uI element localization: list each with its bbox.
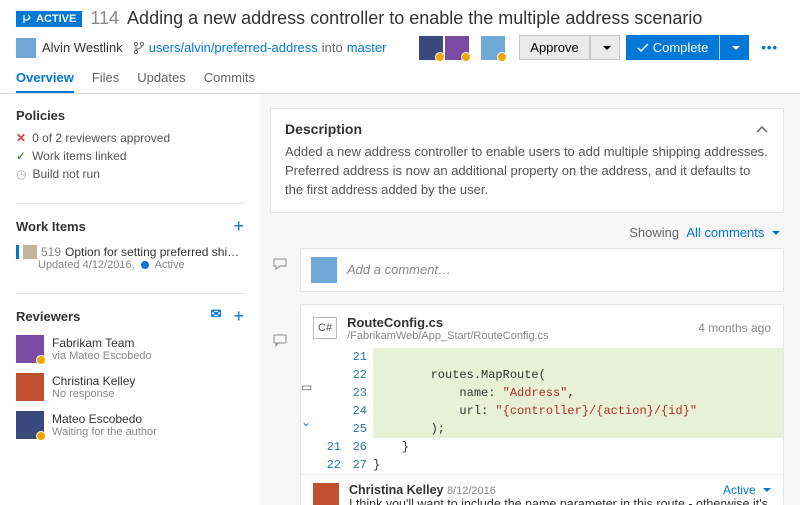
policies-heading: Policies bbox=[16, 108, 244, 123]
file-language-badge: C# bbox=[313, 317, 337, 339]
code-line bbox=[373, 348, 783, 366]
state-dot bbox=[141, 261, 149, 269]
comment-filter-dropdown[interactable]: All comments bbox=[686, 225, 780, 240]
reviewer-avatars bbox=[419, 36, 505, 60]
current-user-avatar bbox=[311, 257, 337, 283]
reviewer-avatar[interactable] bbox=[481, 36, 505, 60]
code-line: } bbox=[373, 438, 783, 456]
target-branch-link[interactable]: master bbox=[347, 40, 387, 55]
pr-title: Adding a new address controller to enabl… bbox=[127, 8, 702, 29]
approve-dropdown[interactable] bbox=[590, 35, 620, 60]
merge-icon bbox=[22, 14, 32, 24]
more-actions[interactable]: ••• bbox=[755, 36, 784, 59]
collapse-icon[interactable]: ⌄ bbox=[301, 415, 321, 430]
chevron-down-icon bbox=[759, 483, 771, 497]
reviewer-row[interactable]: Fabrikam Teamvia Mateo Escobedo bbox=[16, 335, 244, 363]
x-icon: ✕ bbox=[16, 131, 26, 145]
reviewer-avatar bbox=[16, 335, 44, 363]
tab-updates[interactable]: Updates bbox=[137, 64, 185, 93]
reviewer-avatar[interactable] bbox=[445, 36, 469, 60]
file-age: 4 months ago bbox=[698, 321, 771, 335]
reviewer-name: Fabrikam Team bbox=[52, 336, 152, 350]
code-line: name: "Address", bbox=[373, 384, 783, 402]
clock-icon: ◷ bbox=[16, 167, 26, 181]
complete-dropdown[interactable] bbox=[719, 35, 749, 60]
comment-status[interactable]: Active bbox=[723, 483, 771, 497]
description-body: Added a new address controller to enable… bbox=[285, 143, 769, 200]
reviewer-row[interactable]: Mateo EscobedoWaiting for the author bbox=[16, 411, 244, 439]
discussion-icon bbox=[272, 256, 288, 272]
code-line: ); bbox=[373, 420, 783, 438]
branch-icon bbox=[133, 41, 145, 55]
file-name[interactable]: RouteConfig.cs bbox=[347, 315, 688, 330]
work-items-heading: Work Items bbox=[16, 219, 86, 234]
comment-icon bbox=[272, 332, 288, 348]
reviewer-name: Christina Kelley bbox=[52, 374, 135, 388]
chevron-down-icon bbox=[768, 225, 780, 240]
author-chip[interactable]: Alvin Westlink bbox=[16, 38, 123, 58]
reviewer-status: No response bbox=[52, 388, 135, 400]
check-icon: ✓ bbox=[16, 149, 26, 163]
chevron-down-icon bbox=[599, 40, 611, 55]
reviewer-status: Waiting for the author bbox=[52, 426, 157, 438]
branch-info: users/alvin/preferred-address into maste… bbox=[133, 40, 387, 55]
comment-filter: Showing All comments bbox=[270, 225, 784, 240]
reviewer-row[interactable]: Christina KelleyNo response bbox=[16, 373, 244, 401]
complete-button[interactable]: Complete bbox=[626, 35, 720, 60]
reviewers-heading: Reviewers bbox=[16, 309, 80, 324]
code-line: url: "{controller}/{action}/{id}" bbox=[373, 402, 783, 420]
code-review-card: C# RouteConfig.cs /FabrikamWeb/App_Start… bbox=[300, 304, 784, 505]
author-avatar bbox=[16, 38, 36, 58]
add-work-item-button[interactable]: + bbox=[233, 216, 244, 237]
tab-commits[interactable]: Commits bbox=[204, 64, 255, 93]
approve-button[interactable]: Approve bbox=[519, 35, 589, 60]
policy-item: ✕0 of 2 reviewers approved bbox=[16, 131, 244, 145]
reviewer-avatar[interactable] bbox=[419, 36, 443, 60]
tab-bar: Overview Files Updates Commits bbox=[0, 64, 800, 94]
chevron-up-icon bbox=[755, 124, 769, 134]
tab-overview[interactable]: Overview bbox=[16, 64, 74, 93]
code-line: routes.MapRoute( bbox=[373, 366, 783, 384]
code-line: } bbox=[373, 456, 783, 474]
add-comment-input[interactable]: Add a comment… bbox=[300, 248, 784, 292]
reviewer-status: via Mateo Escobedo bbox=[52, 350, 152, 362]
status-badge: ACTIVE bbox=[16, 11, 82, 27]
check-icon bbox=[637, 42, 649, 54]
comment-date: 8/12/2016 bbox=[447, 485, 496, 497]
work-item-type-bar bbox=[16, 245, 19, 259]
file-path: /FabrikamWeb/App_Start/RouteConfig.cs bbox=[347, 330, 688, 342]
reviewer-name: Mateo Escobedo bbox=[52, 412, 157, 426]
add-reviewer-button[interactable]: + bbox=[233, 306, 244, 327]
comment-row: Active Christina Kelley 8/12/2016 I thin… bbox=[313, 483, 771, 505]
tab-files[interactable]: Files bbox=[92, 64, 119, 93]
mail-icon[interactable]: ✉ bbox=[211, 306, 222, 327]
comment-avatar bbox=[313, 483, 339, 505]
policy-item: ✓Work items linked bbox=[16, 149, 244, 163]
reviewer-avatar bbox=[16, 373, 44, 401]
reviewer-avatar bbox=[16, 411, 44, 439]
policy-item: ◷Build not run bbox=[16, 167, 244, 181]
work-item[interactable]: 519 Option for setting preferred shippin… bbox=[16, 245, 244, 271]
work-item-avatar bbox=[23, 245, 37, 259]
description-card: Description Added a new address controll… bbox=[270, 108, 784, 213]
description-heading: Description bbox=[285, 121, 362, 137]
source-branch-link[interactable]: users/alvin/preferred-address bbox=[149, 40, 318, 55]
chevron-down-icon bbox=[728, 40, 740, 55]
comment-marker-icon[interactable]: ▭ bbox=[301, 380, 321, 395]
collapse-button[interactable] bbox=[755, 122, 769, 137]
pr-id: 114 bbox=[90, 8, 119, 29]
comment-author: Christina Kelley bbox=[349, 483, 443, 497]
